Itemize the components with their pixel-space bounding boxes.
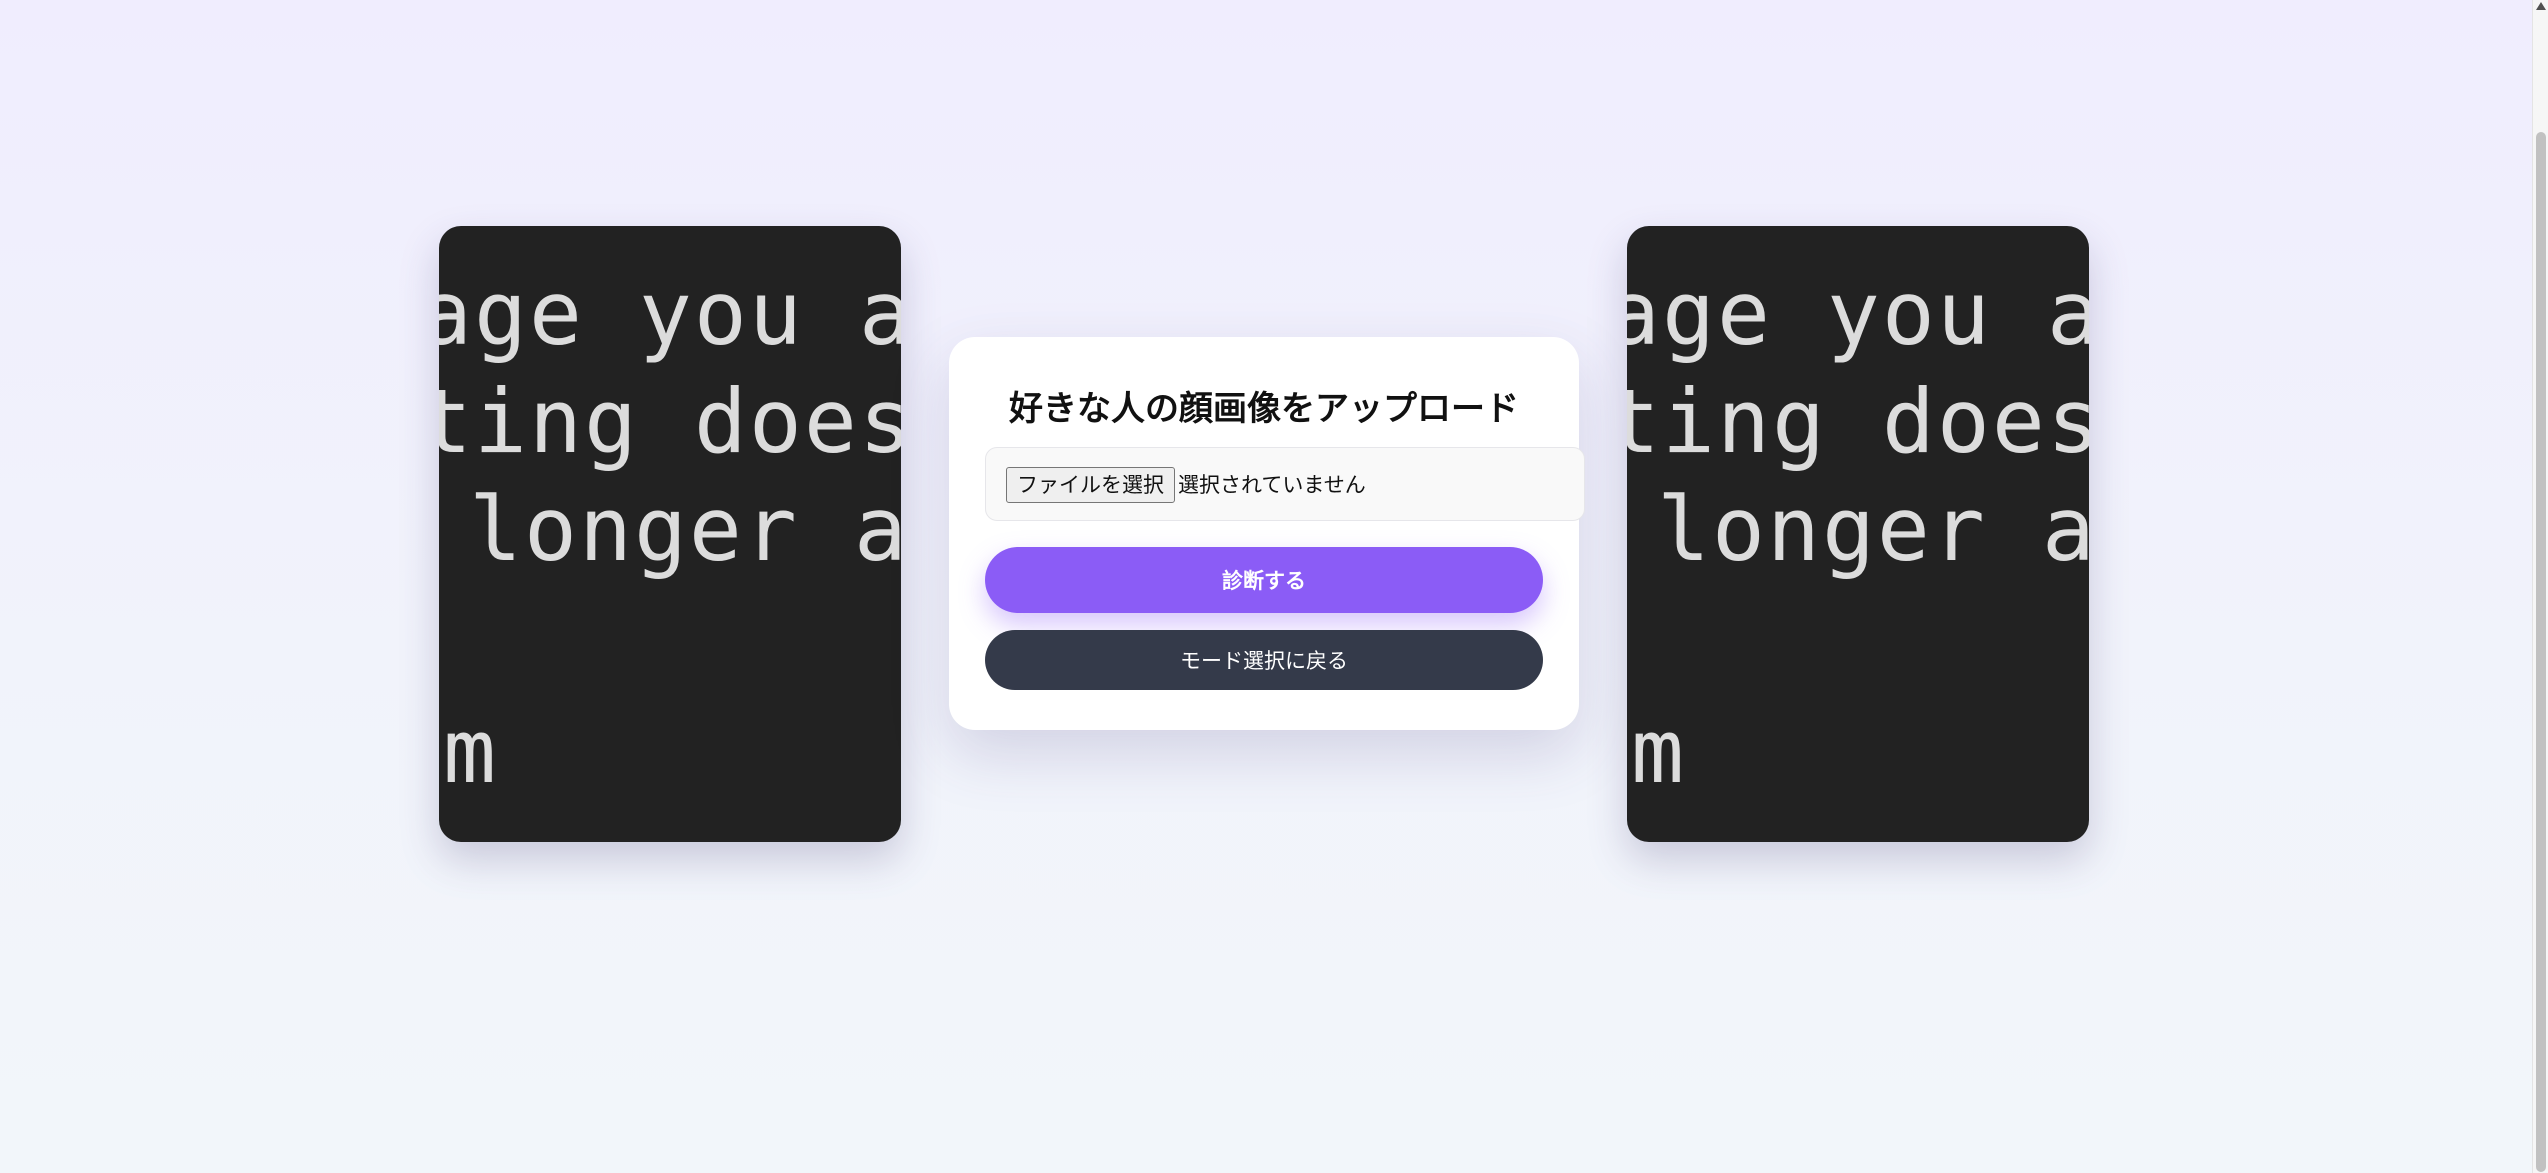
placeholder-text-line: longer ava [1657,478,2089,581]
placeholder-text-line: age you are [1627,262,2089,365]
file-status-text: 選択されていません [1178,473,1366,497]
right-placeholder-image: age you are ting does n longer ava m [1627,226,2089,842]
back-to-mode-select-button[interactable]: モード選択に戻る [985,630,1543,690]
left-placeholder-image: age you are ting does n longer ava m [439,226,901,842]
choose-file-button[interactable]: ファイルを選択 [1006,467,1175,503]
placeholder-text-line: ting does n [1627,370,2089,473]
vertical-scrollbar[interactable] [2532,0,2548,1173]
diagnose-button[interactable]: 診断する [985,547,1543,613]
placeholder-text-line: age you are [439,262,901,365]
placeholder-text-line: m [443,700,498,803]
placeholder-text-line: longer ava [469,478,901,581]
scrollbar-thumb[interactable] [2536,132,2546,1172]
upload-card: 好きな人の顔画像をアップロード ファイルを選択 選択されていません 診断する モ… [949,337,1585,730]
upload-title: 好きな人の顔画像をアップロード [1009,389,1519,429]
placeholder-text-line: ting does n [439,370,901,473]
scroll-up-arrow-icon[interactable] [2536,2,2546,10]
placeholder-text-line: m [1631,700,1686,803]
file-input-container: ファイルを選択 選択されていません [985,447,1585,521]
